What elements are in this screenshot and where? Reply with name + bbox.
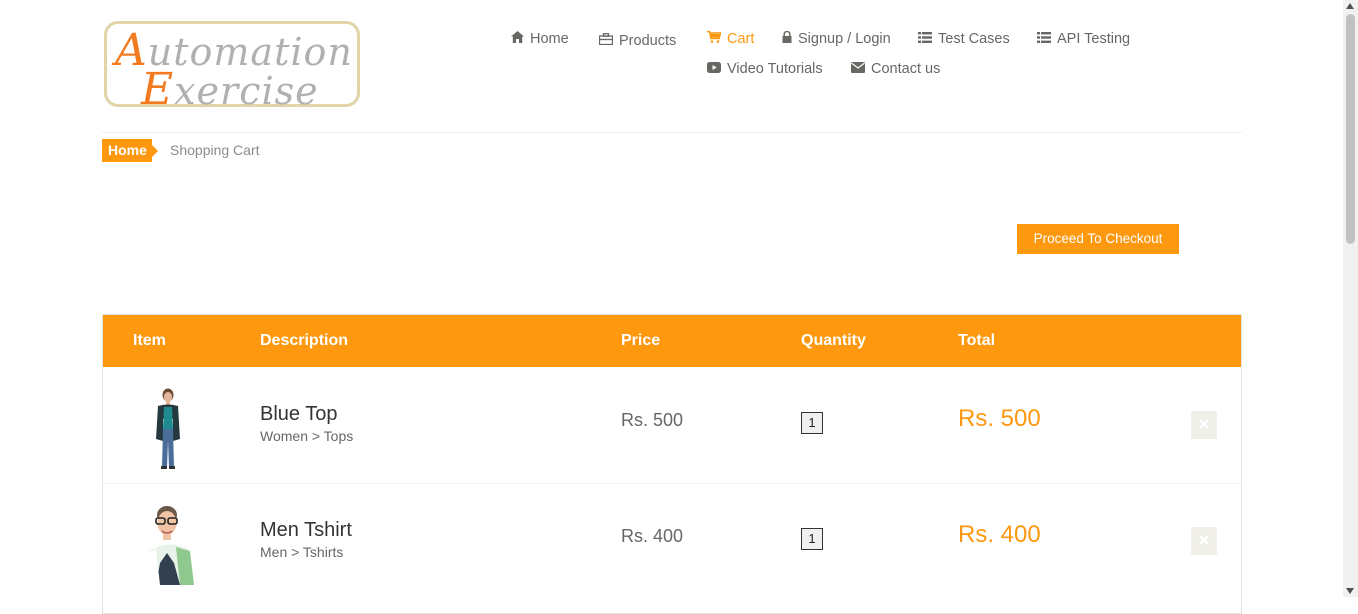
product-name[interactable]: Men Tshirt	[260, 519, 352, 542]
product-category: Women > Tops	[260, 428, 354, 444]
header-item: Item	[133, 332, 166, 349]
nav-test-cases-label: Test Cases	[938, 31, 1010, 47]
cart-table: Item Description Price Quantity Total Bl…	[102, 314, 1242, 614]
nav-video-tutorials[interactable]: Video Tutorials	[707, 61, 823, 77]
breadcrumb-home[interactable]: Home	[102, 139, 158, 162]
header-description: Description	[260, 332, 349, 349]
nav-products[interactable]: Products	[598, 33, 677, 49]
header-divider	[102, 132, 1242, 133]
nav-contact-us[interactable]: Contact us	[851, 61, 940, 77]
nav-home[interactable]: Home	[511, 31, 569, 47]
lock-icon	[782, 30, 792, 47]
close-icon	[1199, 532, 1209, 549]
quantity-button[interactable]: 1	[801, 528, 823, 550]
nav-products-label: Products	[619, 33, 677, 49]
product-image[interactable]	[136, 385, 200, 469]
shopping-cart-icon	[707, 30, 722, 47]
nav-api-testing[interactable]: API Testing	[1037, 31, 1130, 47]
nav-cart-label: Cart	[727, 31, 755, 47]
cart-row: Men Tshirt Men > Tshirts Rs. 400 1 Rs. 4…	[103, 483, 1241, 599]
briefcase-icon	[598, 33, 614, 49]
nav-home-label: Home	[530, 31, 569, 47]
home-icon	[511, 31, 524, 47]
nav-signup-login[interactable]: Signup / Login	[782, 30, 891, 47]
product-price: Rs. 500	[621, 410, 684, 430]
delete-item-button[interactable]	[1191, 527, 1217, 555]
scroll-down-arrow[interactable]	[1346, 588, 1354, 594]
nav-signup-login-label: Signup / Login	[798, 31, 891, 47]
product-category: Men > Tshirts	[260, 544, 344, 560]
breadcrumb-current: Shopping Cart	[170, 142, 260, 158]
header-price: Price	[621, 332, 661, 349]
header-total: Total	[958, 332, 996, 349]
delete-item-button[interactable]	[1191, 411, 1217, 439]
nav-video-tutorials-label: Video Tutorials	[727, 61, 823, 77]
youtube-play-icon	[707, 61, 721, 77]
product-total: Rs. 400	[958, 521, 1041, 548]
vertical-scrollbar[interactable]	[1343, 0, 1358, 597]
product-total: Rs. 500	[958, 405, 1041, 432]
scroll-up-arrow[interactable]	[1346, 3, 1354, 9]
header-quantity: Quantity	[801, 332, 866, 349]
nav-test-cases[interactable]: Test Cases	[918, 31, 1010, 47]
cart-table-header: Item Description Price Quantity Total	[103, 315, 1241, 367]
list-icon	[1037, 31, 1051, 47]
logo-line-2: Exercise	[141, 64, 319, 115]
site-logo[interactable]: Automation Exercise	[104, 21, 360, 112]
nav-contact-us-label: Contact us	[871, 61, 941, 77]
scrollbar-thumb[interactable]	[1346, 14, 1355, 244]
cart-row: Blue Top Women > Tops Rs. 500 1 Rs. 500	[103, 367, 1241, 484]
product-name[interactable]: Blue Top	[260, 403, 337, 426]
product-price: Rs. 400	[621, 526, 684, 546]
close-icon	[1199, 416, 1209, 433]
quantity-button[interactable]: 1	[801, 412, 823, 434]
envelope-icon	[851, 61, 865, 77]
proceed-to-checkout-button[interactable]: Proceed To Checkout	[1017, 224, 1179, 254]
nav-cart[interactable]: Cart	[707, 30, 755, 47]
nav-api-testing-label: API Testing	[1057, 31, 1131, 47]
list-icon	[918, 31, 932, 47]
product-image[interactable]	[136, 501, 200, 585]
